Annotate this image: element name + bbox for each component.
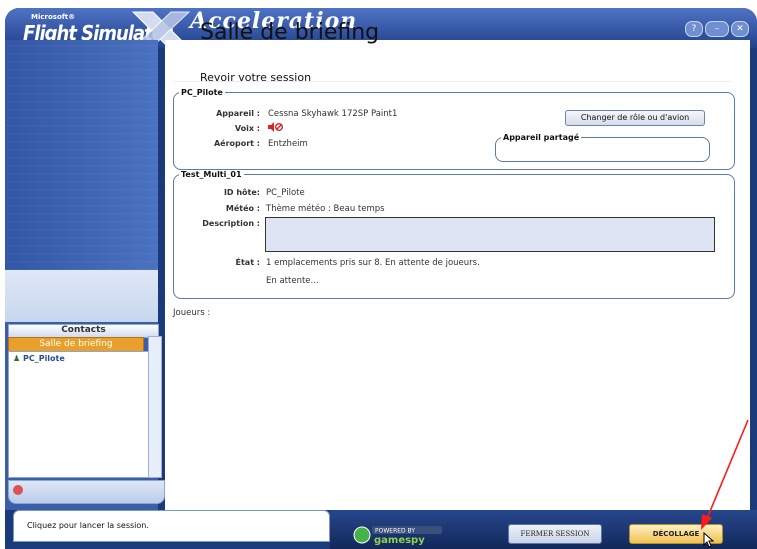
waiting-text: En attente... — [266, 276, 319, 286]
sidebar-bottom-panel — [8, 480, 165, 504]
state-label: État : — [235, 258, 261, 267]
pilot-group-legend: PC_Pilote — [181, 88, 223, 97]
sidebar-light-panel — [5, 270, 158, 322]
gamespy-logo: POWERED BY gamespy — [353, 526, 442, 545]
minimize-icon[interactable]: – — [705, 21, 729, 37]
contacts-header[interactable]: Contacts — [8, 324, 159, 338]
weather-label: Météo : — [225, 204, 260, 213]
weather-value: Thème météo : Beau temps — [266, 204, 385, 214]
room-label: Salle de briefing — [8, 337, 144, 352]
gamespy-brand: gamespy — [374, 535, 425, 545]
description-label: Description : — [202, 219, 260, 228]
divider — [173, 81, 731, 82]
list-item[interactable]: ♟ PC_Pilote — [13, 354, 65, 363]
airport-label: Aéroport : — [213, 139, 260, 148]
session-group-legend: Test_Multi_01 — [181, 170, 242, 179]
host-value: PC_Pilote — [266, 188, 305, 198]
speaker-muted-icon[interactable] — [267, 122, 283, 132]
shared-aircraft-legend: Appareil partagé — [503, 133, 580, 142]
contacts-scrollbar[interactable] — [148, 336, 162, 478]
change-role-button[interactable]: Changer de rôle ou d'avion — [565, 110, 705, 126]
mouse-cursor-icon — [703, 532, 715, 548]
page-title: Salle de briefing — [200, 20, 380, 45]
voice-label: Voix : — [234, 124, 260, 133]
airport-value: Entzheim — [268, 139, 308, 149]
status-text: Cliquez pour lancer la session. — [27, 521, 149, 530]
close-icon[interactable]: ✕ — [731, 21, 749, 37]
host-label: ID hôte: — [223, 188, 260, 197]
gamespy-powered-by: POWERED BY — [375, 528, 415, 535]
help-icon[interactable]: ? — [685, 21, 703, 37]
sidebar-bottom-icon[interactable] — [13, 485, 23, 495]
players-label: Joueurs : — [173, 308, 211, 318]
pilot-icon: ♟ — [13, 354, 21, 363]
aircraft-label: Appareil : — [216, 109, 260, 118]
aircraft-value: Cessna Skyhawk 172SP Paint1 — [268, 109, 398, 119]
contacts-list: ♟ PC_Pilote — [8, 351, 150, 478]
window-controls: ? – ✕ — [683, 16, 749, 37]
page-subtitle: Revoir votre session — [200, 71, 312, 84]
shared-aircraft-group: Appareil partagé — [495, 133, 710, 162]
logo-microsoft: Microsoft® — [31, 13, 76, 21]
end-session-button[interactable]: FERMER SESSION — [508, 524, 602, 544]
contact-name: PC_Pilote — [22, 354, 65, 363]
state-value: 1 emplacements pris sur 8. En attente de… — [266, 258, 480, 268]
description-field[interactable] — [265, 217, 715, 252]
